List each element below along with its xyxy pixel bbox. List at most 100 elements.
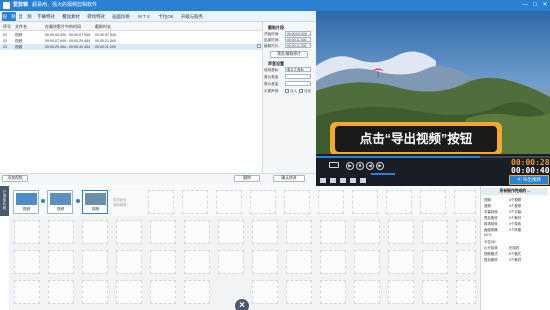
close-window-button[interactable]: ✕ bbox=[541, 2, 549, 9]
preview-trim-button[interactable]: 预览/截取原片 bbox=[270, 51, 308, 58]
empty-slot[interactable] bbox=[14, 250, 40, 274]
empty-slot[interactable] bbox=[354, 220, 380, 244]
stop-icon[interactable]: ■ bbox=[356, 162, 364, 170]
start-time-input[interactable]: 00:00:00.000 bbox=[285, 31, 311, 36]
prev-frame-icon[interactable]: ◀ bbox=[366, 162, 374, 170]
timeline-clip-selected[interactable]: 视频 bbox=[82, 190, 108, 214]
empty-slot[interactable] bbox=[148, 190, 174, 214]
empty-slot[interactable] bbox=[182, 190, 208, 214]
empty-slot[interactable] bbox=[150, 250, 176, 274]
empty-slot[interactable] bbox=[320, 280, 346, 304]
transition-icon[interactable] bbox=[76, 199, 80, 203]
empty-slot[interactable] bbox=[320, 220, 346, 244]
empty-slot[interactable] bbox=[82, 250, 108, 274]
empty-slot[interactable] bbox=[422, 220, 448, 244]
row-checkbox[interactable] bbox=[257, 44, 261, 48]
empty-slot[interactable] bbox=[454, 190, 476, 214]
empty-slot[interactable] bbox=[354, 250, 380, 274]
empty-slot[interactable] bbox=[184, 220, 210, 244]
empty-slot[interactable] bbox=[286, 250, 312, 274]
zoom-select[interactable] bbox=[329, 162, 339, 168]
empty-slot[interactable] bbox=[386, 190, 412, 214]
empty-slot[interactable] bbox=[14, 280, 40, 304]
delete-button[interactable]: 删除 bbox=[234, 175, 260, 182]
empty-slot[interactable] bbox=[286, 220, 312, 244]
empty-slot[interactable] bbox=[456, 280, 476, 304]
timeline-clip[interactable]: 视频 bbox=[47, 190, 73, 214]
clip-thumbnail bbox=[50, 193, 71, 205]
play-icon[interactable]: ▶ bbox=[346, 162, 354, 170]
export-video-button[interactable]: ▣ 导出视频 bbox=[509, 175, 549, 185]
empty-slot[interactable] bbox=[150, 280, 176, 304]
empty-slot[interactable] bbox=[388, 280, 414, 304]
tab-video[interactable]: 视 频 bbox=[2, 12, 16, 21]
screenshot-icon[interactable] bbox=[340, 178, 346, 183]
tab-karaoke[interactable]: 卡拉OK bbox=[156, 12, 176, 21]
empty-slot[interactable] bbox=[388, 250, 414, 274]
empty-slot[interactable] bbox=[48, 250, 74, 274]
fade-out-checkbox[interactable] bbox=[299, 89, 303, 93]
share-icon[interactable] bbox=[360, 178, 366, 183]
table-row-selected[interactable]: 03 视频 00:00:29.454 - 00:00:40.454 00:00:… bbox=[0, 44, 262, 50]
empty-slot[interactable] bbox=[456, 250, 476, 274]
tab-upgrade[interactable]: 升级与服务 bbox=[179, 12, 205, 21]
empty-slot[interactable] bbox=[456, 220, 476, 244]
speed-slider[interactable] bbox=[285, 74, 311, 79]
save-icon[interactable] bbox=[350, 178, 356, 183]
duration-input[interactable]: 00:00:11.000 bbox=[285, 43, 311, 48]
next-frame-icon[interactable]: ▶ bbox=[376, 162, 384, 170]
empty-slot[interactable] bbox=[48, 280, 74, 304]
tab-overlay[interactable]: 叠加素材 bbox=[60, 12, 82, 21]
empty-slot[interactable] bbox=[318, 190, 344, 214]
empty-slot[interactable] bbox=[14, 220, 40, 244]
minimize-button[interactable]: — bbox=[521, 2, 529, 9]
add-clip-hint[interactable]: 双击此处 添加视频 bbox=[113, 197, 127, 207]
fade-in-checkbox[interactable] bbox=[285, 89, 289, 93]
tab-transition[interactable]: 转场特效 bbox=[85, 12, 107, 21]
confirm-edit-button[interactable]: 确认修改 bbox=[273, 175, 305, 182]
tab-audio[interactable]: 音 频 bbox=[18, 12, 32, 21]
empty-slot[interactable] bbox=[216, 190, 242, 214]
empty-slot[interactable] bbox=[422, 250, 448, 274]
tab-mtv[interactable]: M T V bbox=[135, 12, 153, 21]
empty-slot[interactable] bbox=[252, 220, 278, 244]
collapse-timeline-button[interactable]: × bbox=[235, 299, 249, 310]
tab-style[interactable]: 画面风格 bbox=[110, 12, 132, 21]
folder-icon[interactable] bbox=[330, 178, 336, 183]
empty-slot[interactable] bbox=[82, 280, 108, 304]
add-video-button[interactable]: 添加视频 bbox=[2, 175, 28, 182]
volume-slider[interactable] bbox=[285, 81, 311, 86]
row-time: 00:00:29.454 - 00:00:40.454 bbox=[45, 45, 91, 49]
empty-slot[interactable] bbox=[82, 220, 108, 244]
tab-subtitle-effects[interactable]: 字幕特效 bbox=[35, 12, 57, 21]
empty-slot[interactable] bbox=[218, 250, 244, 274]
empty-slot[interactable] bbox=[420, 190, 446, 214]
app-logo-icon bbox=[3, 2, 10, 9]
volume-bar[interactable] bbox=[371, 173, 395, 175]
empty-slot[interactable] bbox=[388, 220, 414, 244]
timeline-clip[interactable]: 视频 bbox=[13, 190, 39, 214]
empty-slot[interactable] bbox=[150, 220, 176, 244]
empty-slot[interactable] bbox=[252, 280, 278, 304]
end-time-input[interactable]: 00:00:11.000 bbox=[285, 37, 311, 42]
snapshot-icon[interactable] bbox=[320, 178, 326, 183]
empty-slot[interactable] bbox=[116, 250, 142, 274]
empty-slot[interactable] bbox=[354, 280, 380, 304]
audio-track-select[interactable]: 原片主音轨 bbox=[285, 67, 311, 72]
empty-slot[interactable] bbox=[184, 280, 210, 304]
summary-value: 0个风格 bbox=[509, 228, 522, 232]
empty-slot[interactable] bbox=[422, 280, 448, 304]
empty-slot[interactable] bbox=[48, 220, 74, 244]
empty-slot[interactable] bbox=[284, 190, 310, 214]
transition-icon[interactable] bbox=[41, 199, 45, 203]
maximize-button[interactable]: □ bbox=[531, 2, 539, 9]
empty-slot[interactable] bbox=[116, 280, 142, 304]
empty-slot[interactable] bbox=[252, 250, 278, 274]
empty-slot[interactable] bbox=[286, 280, 312, 304]
empty-slot[interactable] bbox=[352, 190, 378, 214]
empty-slot[interactable] bbox=[320, 250, 346, 274]
empty-slot[interactable] bbox=[116, 220, 142, 244]
empty-slot[interactable] bbox=[184, 250, 210, 274]
empty-slot[interactable] bbox=[218, 220, 244, 244]
empty-slot[interactable] bbox=[250, 190, 276, 214]
